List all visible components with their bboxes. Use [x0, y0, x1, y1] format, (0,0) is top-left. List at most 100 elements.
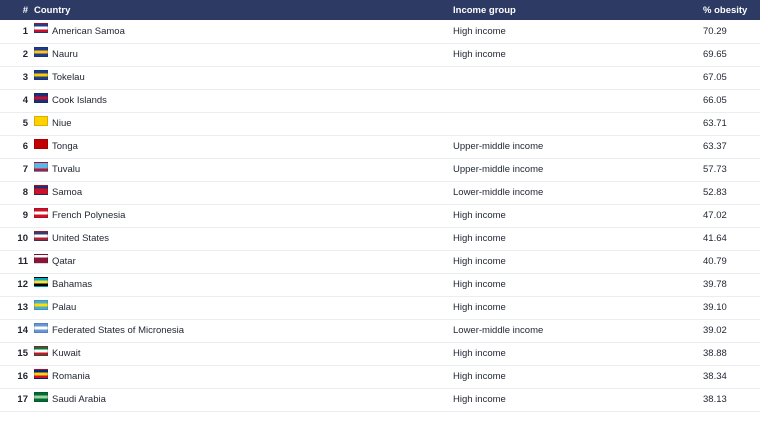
row-country: American Samoa [34, 20, 453, 43]
french-polynesia-flag-icon [34, 207, 48, 218]
row-income-group [453, 89, 703, 112]
country-cell: Samoa [34, 184, 453, 198]
country-name: French Polynesia [52, 210, 126, 221]
row-country: Nauru [34, 43, 453, 66]
country-name: Nauru [52, 49, 78, 60]
row-country: Tonga [34, 135, 453, 158]
row-income-group: High income [453, 394, 506, 405]
country-cell: Niue [34, 115, 453, 129]
country-name: Kuwait [52, 348, 81, 359]
country-name: Niue [52, 118, 72, 129]
country-cell: French Polynesia [34, 207, 453, 221]
micronesia-flag-icon [34, 322, 48, 333]
obesity-table: # Country Income group % obesity 1 Americ… [0, 0, 760, 412]
row-country: Bahamas [34, 273, 453, 296]
row-rank: 10 [17, 233, 28, 244]
table-row: 8 Samoa Lower-middle income 52.83 [0, 181, 760, 204]
row-obesity: 40.79 [703, 256, 727, 267]
row-income-group [453, 112, 703, 135]
cook-islands-flag-icon [34, 92, 48, 103]
row-obesity: 47.02 [703, 210, 727, 221]
samoa-flag-icon [34, 184, 48, 195]
country-cell: Cook Islands [34, 92, 453, 106]
row-income-group: High income [453, 348, 506, 359]
row-obesity: 38.88 [703, 348, 727, 359]
row-country: Kuwait [34, 342, 453, 365]
country-cell: Kuwait [34, 345, 453, 359]
row-country: Cook Islands [34, 89, 453, 112]
country-cell: Bahamas [34, 276, 453, 290]
row-rank: 15 [17, 348, 28, 359]
country-cell: Tokelau [34, 69, 453, 83]
row-obesity: 63.37 [703, 141, 727, 152]
country-name: American Samoa [52, 25, 125, 37]
country-name: Palau [52, 302, 77, 313]
row-rank: 12 [17, 279, 28, 290]
table-row: 10 United States High income 41.64 [0, 227, 760, 250]
row-country: United States [34, 227, 453, 250]
header-row: # Country Income group % obesity [0, 0, 760, 20]
row-obesity: 63.71 [703, 118, 727, 129]
row-rank: 13 [17, 302, 28, 313]
row-obesity: 70.29 [703, 25, 727, 37]
kuwait-flag-icon [34, 345, 48, 356]
row-income-group: High income [453, 25, 506, 37]
saudi-arabia-flag-icon [34, 391, 48, 402]
row-rank: 1 [22, 25, 28, 37]
obesity-table-container: # Country Income group % obesity 1 Americ… [0, 0, 760, 412]
country-cell: Saudi Arabia [34, 391, 453, 405]
tuvalu-flag-icon [34, 161, 48, 172]
country-name: Samoa [52, 187, 83, 198]
country-cell: Nauru [34, 46, 453, 60]
country-name: Cook Islands [52, 95, 107, 106]
row-income-group: High income [453, 279, 506, 290]
table-row: 3 Tokelau 67.05 [0, 66, 760, 89]
country-name: Romania [52, 371, 91, 382]
row-rank: 5 [22, 118, 28, 129]
row-obesity: 39.02 [703, 325, 727, 336]
row-rank: 6 [22, 141, 28, 152]
qatar-flag-icon [34, 253, 48, 264]
row-country: Romania [34, 365, 453, 388]
row-obesity: 57.73 [703, 164, 727, 175]
header-rank[interactable]: # [0, 0, 34, 20]
american-samoa-flag-icon [34, 23, 48, 34]
row-income-group: High income [453, 49, 506, 60]
row-obesity: 38.34 [703, 371, 727, 382]
table-row: 11 Qatar High income 40.79 [0, 250, 760, 273]
row-country: French Polynesia [34, 204, 453, 227]
header-income-group[interactable]: Income group [453, 0, 703, 20]
row-income-group: High income [453, 233, 506, 244]
table-row: 6 Tonga Upper-middle income 63.37 [0, 135, 760, 158]
table-row: 1 American Samoa High income 70.29 [0, 20, 760, 43]
table-body: 1 American Samoa High income 70.29 2 Nauru Hig… [0, 20, 760, 411]
country-cell: Palau [34, 299, 453, 313]
country-name: United States [52, 233, 110, 244]
row-obesity: 39.78 [703, 279, 727, 290]
header-obesity[interactable]: % obesity [703, 0, 760, 20]
country-name: Federated States of Micronesia [52, 325, 185, 336]
row-obesity: 66.05 [703, 95, 727, 106]
row-country: Saudi Arabia [34, 388, 453, 411]
row-income-group: Upper-middle income [453, 164, 544, 175]
header-country[interactable]: Country [34, 0, 453, 20]
row-income-group: High income [453, 256, 506, 267]
country-cell: Tuvalu [34, 161, 453, 175]
row-country: Qatar [34, 250, 453, 273]
row-obesity: 52.83 [703, 187, 727, 198]
tokelau-flag-icon [34, 69, 48, 80]
row-rank: 8 [22, 187, 28, 198]
palau-flag-icon [34, 299, 48, 310]
row-rank: 7 [22, 164, 28, 175]
country-cell: Tonga [34, 138, 453, 152]
row-income-group [453, 66, 703, 89]
table-row: 9 French Polynesia High income 47.02 [0, 204, 760, 227]
table-row: 4 Cook Islands 66.05 [0, 89, 760, 112]
row-country: Niue [34, 112, 453, 135]
nauru-flag-icon [34, 46, 48, 57]
table-row: 17 Saudi Arabia High income 38.13 [0, 388, 760, 411]
row-rank: 11 [17, 256, 28, 267]
country-name: Saudi Arabia [52, 394, 106, 405]
country-name: Qatar [52, 256, 76, 267]
table-row: 16 Romania High income 38.34 [0, 365, 760, 388]
